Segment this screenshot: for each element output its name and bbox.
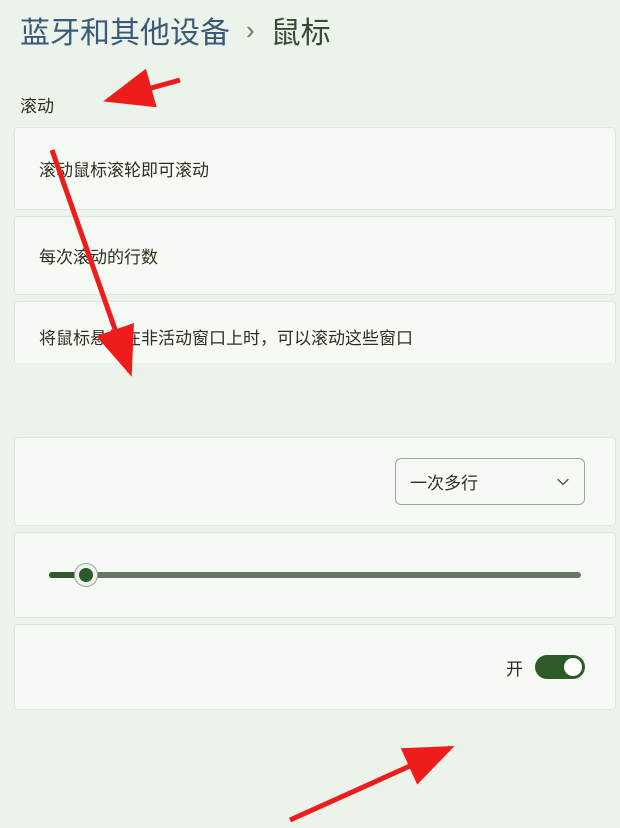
hover-scroll-toggle[interactable]	[535, 655, 585, 679]
row-hover-inactive[interactable]: 将鼠标悬停在非活动窗口上时，可以滚动这些窗口	[14, 301, 616, 363]
section-title-scroll: 滚动	[0, 72, 620, 127]
arrow-to-toggle	[290, 748, 450, 820]
row-dropdown-container: 一次多行	[14, 437, 616, 526]
breadcrumb-parent[interactable]: 蓝牙和其他设备	[20, 8, 230, 52]
slider-thumb[interactable]	[75, 564, 97, 586]
row-lines-per-scroll[interactable]: 每次滚动的行数	[14, 216, 616, 295]
row-lines-per-scroll-label: 每次滚动的行数	[39, 248, 158, 267]
breadcrumb-separator: ›	[246, 15, 255, 46]
breadcrumb: 蓝牙和其他设备 › 鼠标	[0, 0, 620, 72]
dropdown-selected-label: 一次多行	[410, 469, 478, 494]
row-scroll-wheel-label: 滚动鼠标滚轮即可滚动	[39, 161, 209, 180]
row-toggle-container: 开	[14, 624, 616, 710]
row-scroll-wheel[interactable]: 滚动鼠标滚轮即可滚动	[14, 127, 616, 210]
scroll-mode-dropdown[interactable]: 一次多行	[395, 458, 585, 505]
lines-slider[interactable]	[45, 566, 585, 584]
slider-track	[49, 572, 581, 578]
settings-cards-top: 滚动鼠标滚轮即可滚动 每次滚动的行数 将鼠标悬停在非活动窗口上时，可以滚动这些窗…	[0, 127, 620, 363]
toggle-knob	[564, 658, 582, 676]
toggle-label: 开	[506, 655, 523, 680]
row-hover-inactive-label: 将鼠标悬停在非活动窗口上时，可以滚动这些窗口	[39, 329, 413, 348]
settings-cards-bottom: 一次多行 开	[0, 377, 620, 710]
row-slider-container	[14, 532, 616, 618]
chevron-down-icon	[556, 475, 570, 489]
breadcrumb-current: 鼠标	[271, 8, 331, 52]
